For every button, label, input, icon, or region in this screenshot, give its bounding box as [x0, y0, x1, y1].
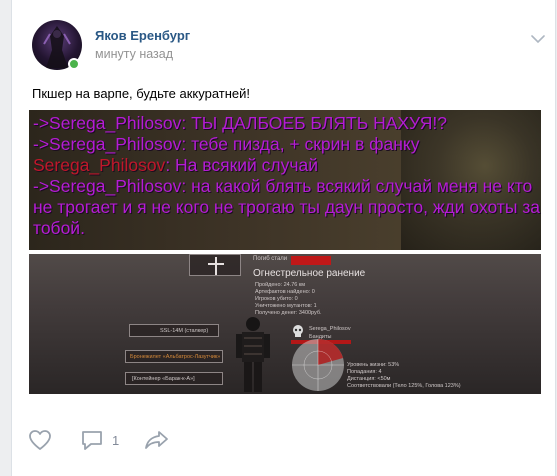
chat-message: : На всякий случай [165, 155, 319, 175]
death-cause-title: Огнестрельное ранение [253, 268, 366, 279]
chat-line: ->Serega_Philosov: тебе пизда, + скрин в… [33, 134, 420, 154]
chat-line: ->Serega_Philosov: на какой блять всякий… [33, 176, 533, 196]
armor-slot: Бронежилет «Альбатрос-Лазутчик» [125, 350, 223, 363]
killed-by-label: Погиб стали [253, 256, 288, 262]
censor-bar [291, 256, 331, 265]
skull-icon [293, 325, 303, 337]
detail-line: Дистанция: <50м [347, 376, 391, 382]
share-button[interactable] [144, 420, 170, 460]
chat-line: Serega_Philosov: На всякий случай [33, 155, 540, 176]
post-image-chat[interactable]: ->Serega_Philosov: ТЫ ДАЛБОЕБ БЛЯТЬ НАХУ… [29, 110, 541, 250]
chat-line: ->Serega_Philosov: ТЫ ДАЛБОЕБ БЛЯТЬ НАХУ… [33, 113, 448, 133]
post-actions: 1 [12, 420, 557, 460]
radar-map [292, 339, 344, 391]
stat-line: Игроков убито: 0 [255, 296, 298, 302]
detail-line: Соответствовали (Тело 125%, Голова 123%) [347, 383, 461, 389]
post-time[interactable]: минуту назад [95, 47, 173, 61]
weapon-slot: SSL-14M (сталкер) [129, 324, 219, 337]
player-name: Serega_Philosov [309, 326, 351, 332]
share-icon [145, 431, 168, 449]
chevron-down-icon[interactable] [531, 34, 545, 44]
comment-button[interactable]: 1 [80, 420, 119, 460]
detail-line: Уровень жизни: 53% [347, 362, 400, 368]
detail-line: Попадания: 4 [347, 369, 382, 375]
comment-icon [82, 431, 102, 450]
like-button[interactable] [28, 420, 52, 460]
chat-log: ->Serega_Philosov: ТЫ ДАЛБОЕБ БЛЯТЬ НАХУ… [33, 113, 540, 239]
hud-cross-panel [189, 254, 241, 276]
post-text: Пкшер на варпе, будьте аккуратней! [32, 86, 251, 101]
post-image-death-screen[interactable]: Погиб стали Огнестрельное ранение Пройде… [29, 254, 541, 394]
stat-line: Уничтожено мутантов: 1 [255, 303, 317, 309]
heart-icon [29, 430, 51, 450]
post-card: Яков Еренбург минуту назад Пкшер на варп… [11, 0, 556, 476]
chat-line: не трогает и я не кого не трогаю ты даун… [33, 197, 541, 217]
stat-line: Артефактов найдено: 0 [255, 289, 315, 295]
chat-line: тобой. [33, 218, 85, 238]
stats-panel: Пройдено: 24.76 км Артефактов найдено: 0… [249, 282, 379, 316]
chat-sender: Serega_Philosov [33, 155, 166, 175]
stat-line: Пройдено: 24.76 км [255, 282, 306, 288]
comment-count: 1 [112, 432, 120, 448]
author-name[interactable]: Яков Еренбург [95, 28, 190, 43]
character-model [236, 317, 270, 392]
cross-icon [208, 257, 224, 275]
online-indicator [68, 58, 80, 70]
container-slot: [Контейнер «Барак-к-А»] [125, 372, 223, 385]
